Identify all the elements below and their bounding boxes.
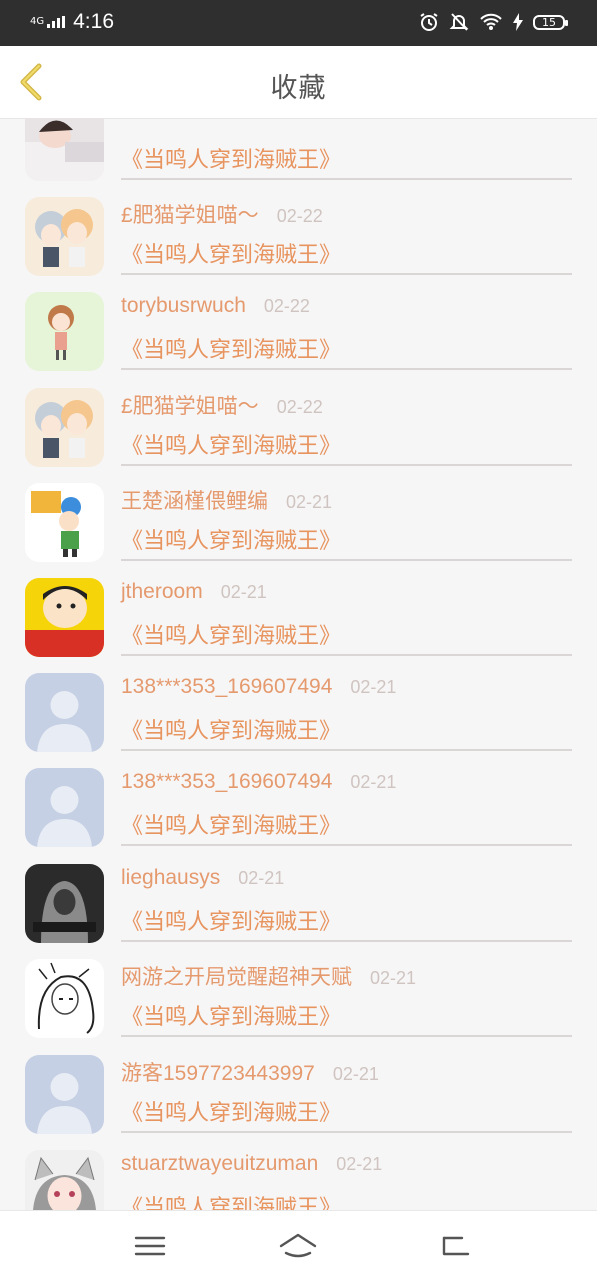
- user-name: £肥猫学姐喵～: [121, 204, 259, 227]
- divider: [121, 1035, 572, 1037]
- date: 02-22: [276, 206, 323, 226]
- date: 02-22: [276, 397, 323, 417]
- book-title[interactable]: 《当鸣人穿到海贼王》: [121, 1190, 341, 1210]
- divider: [121, 654, 572, 656]
- title-bar: 收藏: [0, 46, 597, 119]
- divider: [121, 844, 572, 846]
- favorites-list: 《当鸣人穿到海贼王》 £肥猫学姐喵～ 02-22 《当鸣人穿到海贼王》 toryb…: [0, 118, 597, 1210]
- list-item[interactable]: lieghausys 02-21 《当鸣人穿到海贼王》: [0, 856, 597, 952]
- cartoon-girl-avatar: [25, 292, 104, 371]
- list-item[interactable]: 王楚涵槿偎鲤编 02-21 《当鸣人穿到海贼王》: [0, 475, 597, 571]
- page-title: 收藏: [270, 73, 327, 104]
- home-icon[interactable]: [278, 1229, 318, 1263]
- list-item[interactable]: 138***353_169607494 02-21 《当鸣人穿到海贼王》: [0, 665, 597, 761]
- user-name: 138***353_169607494: [121, 675, 333, 698]
- book-title[interactable]: 《当鸣人穿到海贼王》: [121, 523, 341, 555]
- date: 02-21: [370, 968, 417, 988]
- date: 02-21: [286, 492, 333, 512]
- system-nav-bar: [0, 1210, 597, 1281]
- divider: [121, 940, 572, 942]
- book-title[interactable]: 《当鸣人穿到海贼王》: [121, 904, 341, 936]
- user-name: jtheroom: [121, 580, 203, 603]
- divider: [121, 178, 572, 180]
- list-item[interactable]: jtheroom 02-21 《当鸣人穿到海贼王》: [0, 570, 597, 666]
- user-name: 游客1597723443997: [121, 1062, 315, 1085]
- back-nav-icon[interactable]: [434, 1229, 474, 1263]
- book-title[interactable]: 《当鸣人穿到海贼王》: [121, 428, 341, 460]
- divider: [121, 1131, 572, 1133]
- divider: [121, 559, 572, 561]
- list-item[interactable]: 游客1597723443997 02-21 《当鸣人穿到海贼王》: [0, 1047, 597, 1143]
- anime-couple-avatar: [25, 388, 104, 467]
- date: 02-21: [350, 677, 397, 697]
- divider: [121, 368, 572, 370]
- cartoon-kid-avatar: [25, 483, 104, 562]
- sleeping-girl-avatar: [25, 118, 104, 181]
- book-title[interactable]: 《当鸣人穿到海贼王》: [121, 1095, 341, 1127]
- book-title[interactable]: 《当鸣人穿到海贼王》: [121, 142, 341, 174]
- user-name: £肥猫学姐喵～: [121, 395, 259, 418]
- network-type: 4G: [30, 16, 45, 27]
- list-item[interactable]: £肥猫学姐喵～ 02-22 《当鸣人穿到海贼王》: [0, 380, 597, 476]
- signal-icon: [47, 16, 66, 28]
- list-item[interactable]: 138***353_169607494 02-21 《当鸣人穿到海贼王》: [0, 760, 597, 856]
- user-name: 网游之开局觉醒超神天赋: [121, 966, 352, 989]
- list-item[interactable]: torybusrwuch 02-22 《当鸣人穿到海贼王》: [0, 284, 597, 380]
- mute-bell-icon: [449, 13, 469, 31]
- cat-ear-girl-avatar: [25, 1150, 104, 1210]
- crayon-shin-chan-avatar: [25, 578, 104, 657]
- wifi-icon: [480, 13, 502, 30]
- hooded-figure-avatar: [25, 864, 104, 943]
- clock-time: 4:16: [73, 10, 114, 33]
- divider: [121, 749, 572, 751]
- battery-icon: 15: [533, 14, 568, 30]
- divider: [121, 273, 572, 275]
- default-avatar: [25, 768, 104, 847]
- list-item[interactable]: stuarztwayeuitzuman 02-21 《当鸣人穿到海贼王》: [0, 1142, 597, 1210]
- book-title[interactable]: 《当鸣人穿到海贼王》: [121, 808, 341, 840]
- user-name: stuarztwayeuitzuman: [121, 1152, 319, 1175]
- sketch-girl-avatar: [25, 959, 104, 1038]
- user-name: torybusrwuch: [121, 294, 246, 317]
- user-name: lieghausys: [121, 866, 221, 889]
- list-item[interactable]: 网游之开局觉醒超神天赋 02-21 《当鸣人穿到海贼王》: [0, 951, 597, 1047]
- date: 02-21: [238, 868, 285, 888]
- list-item[interactable]: £肥猫学姐喵～ 02-22 《当鸣人穿到海贼王》: [0, 189, 597, 285]
- date: 02-21: [350, 772, 397, 792]
- user-name: 王楚涵槿偎鲤编: [121, 490, 268, 513]
- date: 02-22: [263, 296, 310, 316]
- book-title[interactable]: 《当鸣人穿到海贼王》: [121, 237, 341, 269]
- menu-icon[interactable]: [130, 1229, 170, 1263]
- book-title[interactable]: 《当鸣人穿到海贼王》: [121, 618, 341, 650]
- default-avatar: [25, 1055, 104, 1134]
- date: 02-21: [336, 1154, 383, 1174]
- alarm-icon: [420, 13, 438, 31]
- date: 02-21: [332, 1064, 379, 1084]
- divider: [121, 464, 572, 466]
- anime-couple-avatar: [25, 197, 104, 276]
- book-title[interactable]: 《当鸣人穿到海贼王》: [121, 713, 341, 745]
- user-name: 138***353_169607494: [121, 770, 333, 793]
- status-bar: 4G 4:16 15: [0, 0, 597, 46]
- charging-icon: [513, 13, 523, 31]
- book-title[interactable]: 《当鸣人穿到海贼王》: [121, 332, 341, 364]
- default-avatar: [25, 673, 104, 752]
- date: 02-21: [220, 582, 267, 602]
- book-title[interactable]: 《当鸣人穿到海贼王》: [121, 999, 341, 1031]
- list-item[interactable]: 《当鸣人穿到海贼王》: [0, 118, 597, 190]
